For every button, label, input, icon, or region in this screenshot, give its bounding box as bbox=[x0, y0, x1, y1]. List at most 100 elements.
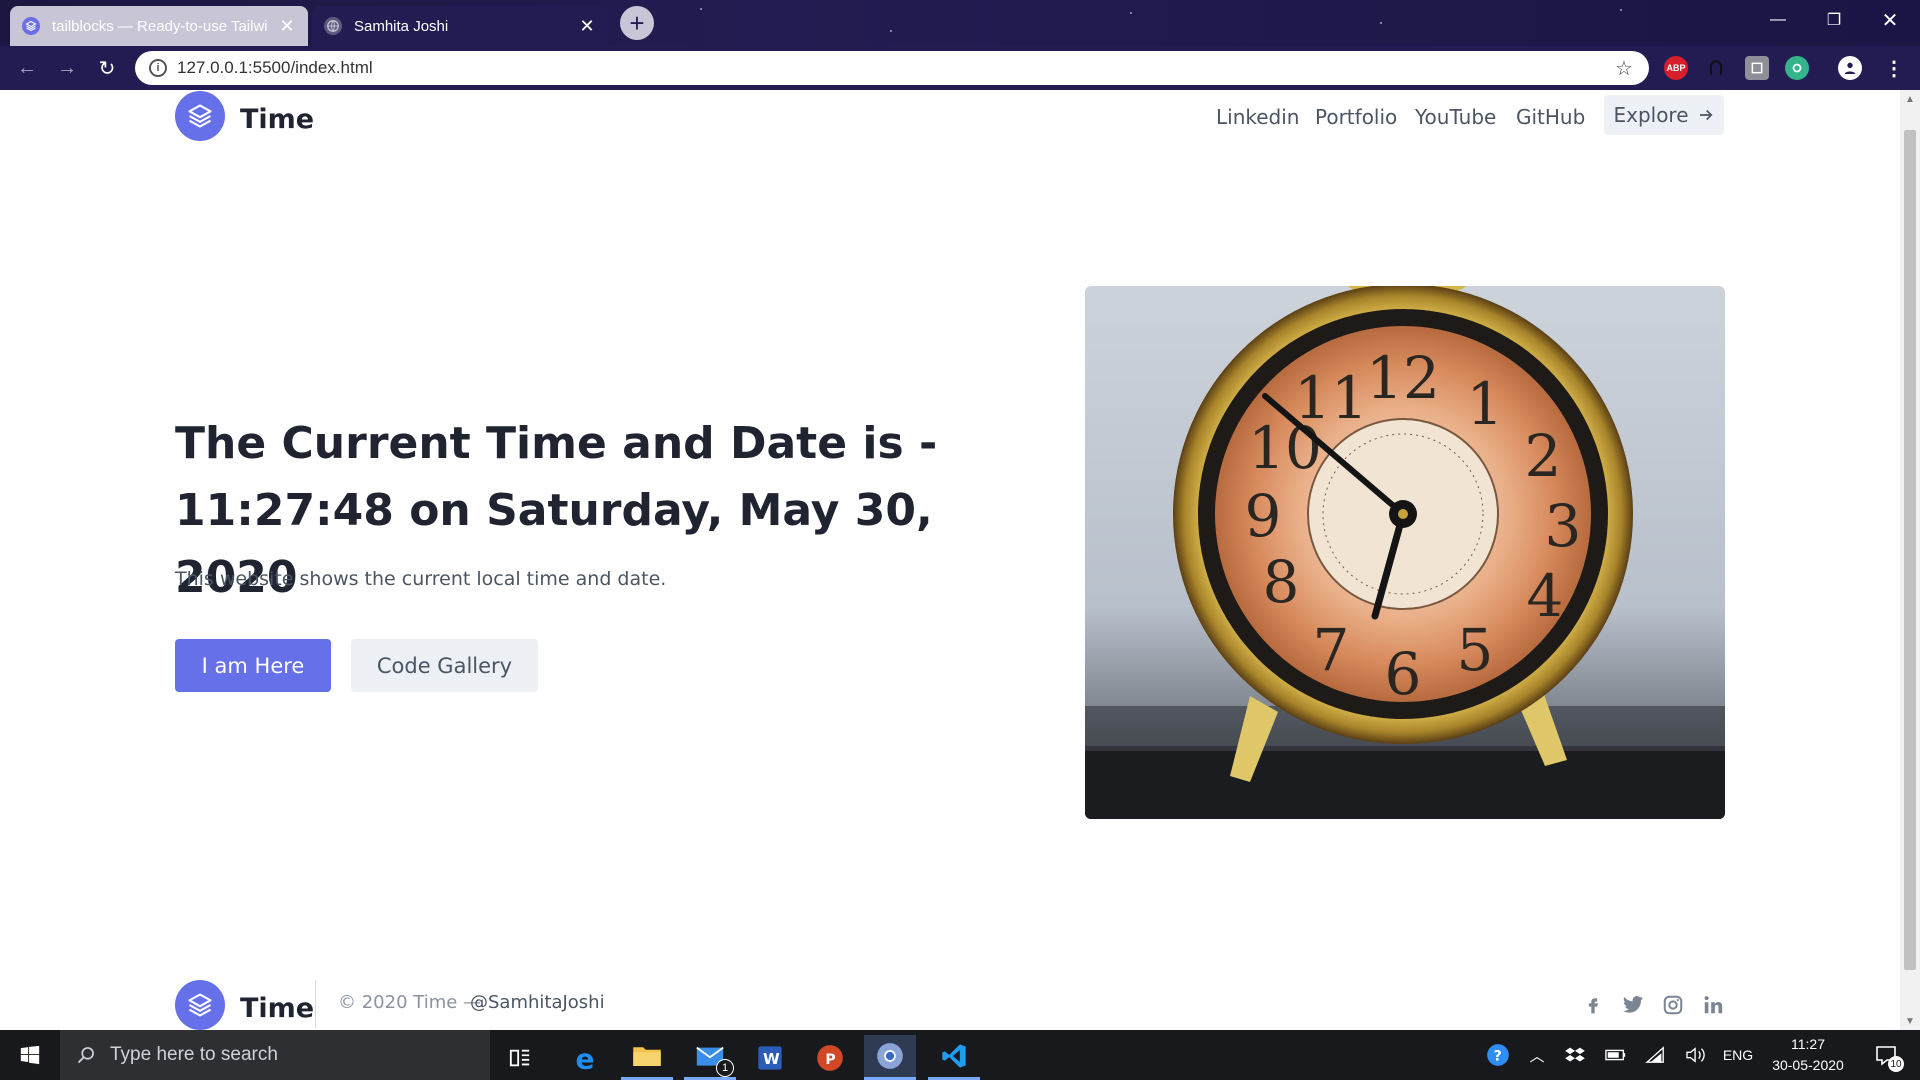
instagram-icon[interactable] bbox=[1660, 992, 1686, 1018]
chevron-up-icon[interactable]: ︿ bbox=[1522, 1030, 1552, 1080]
restore-icon[interactable]: ❐ bbox=[1806, 0, 1862, 40]
language-indicator[interactable]: ENG bbox=[1718, 1030, 1758, 1080]
task-view-icon[interactable] bbox=[494, 1035, 546, 1080]
address-bar[interactable]: i 127.0.0.1:5500/index.html ☆ bbox=[135, 51, 1649, 85]
layers-logo-icon[interactable] bbox=[175, 91, 225, 141]
page-scrollbar[interactable]: ▲ ▼ bbox=[1900, 90, 1920, 1030]
svg-text:12: 12 bbox=[1366, 344, 1440, 412]
code-gallery-button[interactable]: Code Gallery bbox=[351, 639, 538, 692]
svg-text:e: e bbox=[576, 1044, 595, 1072]
minimize-icon[interactable]: — bbox=[1750, 0, 1806, 40]
edge-browser-icon[interactable]: e bbox=[560, 1035, 612, 1080]
i-am-here-button[interactable]: I am Here bbox=[175, 639, 331, 692]
forward-arrow-icon[interactable]: → bbox=[55, 56, 79, 80]
notification-count-badge: 10 bbox=[1888, 1056, 1904, 1072]
tab-tailblocks[interactable]: tailblocks — Ready-to-use Tailwi ✕ bbox=[10, 6, 308, 46]
search-icon bbox=[77, 1047, 94, 1064]
close-window-icon[interactable]: ✕ bbox=[1862, 0, 1918, 40]
close-icon[interactable]: ✕ bbox=[578, 16, 596, 37]
star-decoration bbox=[890, 30, 892, 32]
windows-start-icon[interactable] bbox=[0, 1030, 60, 1080]
heading-line-1: The Current Time and Date is - bbox=[175, 418, 938, 469]
hero-subtext: This website shows the current local tim… bbox=[175, 568, 667, 590]
mail-icon[interactable]: 1 bbox=[684, 1035, 736, 1080]
nav-link-youtube[interactable]: YouTube bbox=[1415, 105, 1496, 129]
svg-text:W: W bbox=[763, 1049, 780, 1067]
reload-icon[interactable]: ↻ bbox=[95, 56, 119, 80]
facebook-icon[interactable] bbox=[1580, 992, 1606, 1018]
star-decoration bbox=[1130, 12, 1132, 14]
footer-copyright: © 2020 Time — bbox=[338, 992, 482, 1013]
svg-text:?: ? bbox=[1494, 1048, 1502, 1064]
close-icon[interactable]: ✕ bbox=[278, 16, 296, 37]
adblock-plus-icon[interactable]: ABP bbox=[1664, 56, 1688, 80]
svg-text:3: 3 bbox=[1545, 492, 1582, 560]
svg-text:9: 9 bbox=[1245, 482, 1282, 550]
nav-link-portfolio[interactable]: Portfolio bbox=[1315, 105, 1397, 129]
bookmark-star-icon[interactable]: ☆ bbox=[1615, 56, 1637, 81]
tailblocks-favicon-icon bbox=[22, 17, 40, 35]
footer-handle-link[interactable]: @SamhitaJoshi bbox=[470, 992, 605, 1013]
svg-text:8: 8 bbox=[1263, 548, 1300, 616]
explore-button[interactable]: Explore bbox=[1604, 95, 1724, 135]
brand-name[interactable]: Time bbox=[240, 104, 314, 135]
svg-text:7: 7 bbox=[1313, 616, 1350, 684]
star-decoration bbox=[700, 8, 702, 10]
wifi-icon[interactable] bbox=[1640, 1030, 1672, 1080]
globe-icon bbox=[324, 17, 342, 35]
alarm-clock-illustration: 12 1 2 3 4 5 6 7 8 9 10 11 bbox=[1085, 286, 1725, 819]
powerpoint-icon[interactable]: P bbox=[804, 1035, 856, 1080]
scroll-down-arrow-icon[interactable]: ▼ bbox=[1900, 1012, 1920, 1030]
scroll-up-arrow-icon[interactable]: ▲ bbox=[1900, 90, 1920, 108]
profile-avatar-icon[interactable] bbox=[1838, 56, 1862, 80]
scroll-thumb[interactable] bbox=[1904, 130, 1916, 970]
url-text: 127.0.0.1:5500/index.html bbox=[177, 58, 373, 77]
extension-ghost-icon[interactable] bbox=[1704, 56, 1728, 80]
web-page: Time Linkedin Portfolio YouTube GitHub E… bbox=[0, 90, 1900, 1030]
footer-divider bbox=[315, 980, 316, 1028]
twitter-icon[interactable] bbox=[1620, 992, 1646, 1018]
footer-brand-name[interactable]: Time bbox=[240, 993, 314, 1024]
svg-text:P: P bbox=[825, 1051, 835, 1067]
info-icon[interactable]: i bbox=[149, 59, 167, 77]
linkedin-icon[interactable] bbox=[1700, 992, 1726, 1018]
svg-text:1: 1 bbox=[1467, 370, 1504, 438]
extension-sync-icon[interactable] bbox=[1785, 56, 1809, 80]
arrow-right-icon bbox=[1699, 109, 1712, 121]
svg-text:6: 6 bbox=[1385, 640, 1422, 708]
mail-unread-badge: 1 bbox=[716, 1059, 734, 1077]
svg-text:4: 4 bbox=[1527, 562, 1564, 630]
taskbar-search-box[interactable]: Type here to search bbox=[60, 1030, 490, 1080]
tab-title: Samhita Joshi bbox=[354, 17, 449, 35]
search-placeholder: Type here to search bbox=[110, 1044, 278, 1065]
clock-time: 11:27 bbox=[1791, 1036, 1825, 1052]
new-tab-button[interactable]: + bbox=[620, 6, 654, 40]
taskbar-clock[interactable]: 11:27 30-05-2020 bbox=[1758, 1034, 1858, 1076]
windows-taskbar: Type here to search e 1 W P ? ︿ ENG 11:2… bbox=[0, 1030, 1920, 1080]
svg-text:5: 5 bbox=[1457, 616, 1494, 684]
star-decoration bbox=[1620, 9, 1622, 11]
volume-icon[interactable] bbox=[1680, 1030, 1712, 1080]
svg-text:11: 11 bbox=[1294, 364, 1368, 432]
explore-label: Explore bbox=[1613, 103, 1689, 127]
browser-tab-strip: tailblocks — Ready-to-use Tailwi ✕ Samhi… bbox=[0, 0, 1920, 46]
kebab-menu-icon[interactable]: ⋮ bbox=[1882, 56, 1906, 80]
file-explorer-icon[interactable] bbox=[621, 1035, 673, 1080]
tab-title: tailblocks — Ready-to-use Tailwi bbox=[52, 17, 268, 35]
extension-puzzle-icon[interactable] bbox=[1745, 56, 1769, 80]
vscode-icon[interactable] bbox=[928, 1035, 980, 1080]
back-arrow-icon[interactable]: ← bbox=[15, 56, 39, 80]
chrome-icon[interactable] bbox=[864, 1035, 916, 1080]
notification-center-icon[interactable]: 10 bbox=[1866, 1030, 1906, 1080]
clock-date: 30-05-2020 bbox=[1772, 1057, 1844, 1073]
star-decoration bbox=[1380, 22, 1382, 24]
tab-samhita-joshi[interactable]: Samhita Joshi ✕ bbox=[312, 6, 608, 46]
nav-link-linkedin[interactable]: Linkedin bbox=[1216, 105, 1299, 129]
word-icon[interactable]: W bbox=[744, 1035, 796, 1080]
nav-link-github[interactable]: GitHub bbox=[1516, 105, 1585, 129]
dropbox-icon[interactable] bbox=[1558, 1030, 1592, 1080]
footer-layers-logo-icon[interactable] bbox=[175, 980, 225, 1030]
svg-text:2: 2 bbox=[1525, 422, 1562, 490]
help-icon[interactable]: ? bbox=[1480, 1030, 1516, 1080]
battery-icon[interactable] bbox=[1600, 1030, 1632, 1080]
